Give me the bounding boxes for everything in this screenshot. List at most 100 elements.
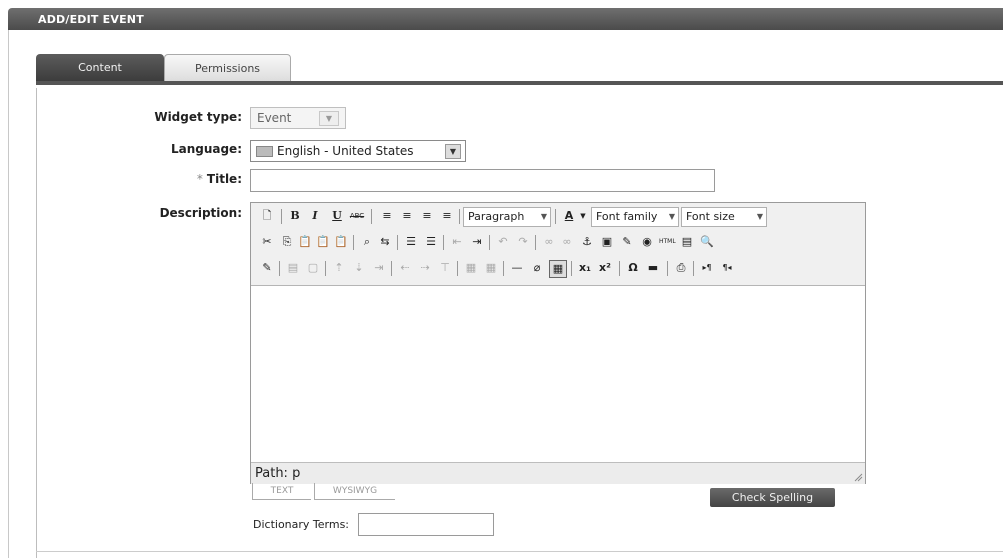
paste-icon[interactable]: 📋 (297, 234, 313, 250)
tab-content[interactable]: Content (36, 54, 164, 82)
font-family-value: Font family (596, 210, 658, 223)
new-document-icon[interactable]: 🗋 (259, 208, 275, 224)
editor-path-bar: Path: p (251, 462, 865, 484)
italic-button[interactable]: I (307, 208, 323, 224)
align-left-icon[interactable]: ≡ (379, 208, 395, 224)
editor-content-area[interactable] (251, 286, 865, 462)
separator (325, 261, 326, 276)
copy-icon[interactable]: ⎘ (279, 234, 295, 250)
rtl-icon[interactable]: ¶◂ (719, 260, 735, 276)
insert-row-after-icon[interactable]: ⇣ (351, 260, 367, 276)
toolbar-row-2: ✂ ⎘ 📋 📋 📋 ⌕ ⇆ ☰ ☰ ⇤ ⇥ ↶ ↷ ∞ ∞ ⚓ ▣ ✎ ◉ HT… (259, 231, 859, 253)
window-title: ADD/EDIT EVENT (38, 13, 144, 26)
toolbar-row-1: 🗋 B I U ABC ≡ ≡ ≡ ≡ Paragraph ▼ A ▼ Font… (259, 205, 859, 227)
indent-icon[interactable]: ⇥ (469, 234, 485, 250)
horizontal-rule-button[interactable]: — (509, 260, 525, 276)
separator (457, 261, 458, 276)
font-size-select[interactable]: Font size ▼ (681, 207, 767, 227)
chevron-down-icon: ▼ (540, 212, 547, 221)
wysiwyg-mode-tab[interactable]: WYSIWYG (314, 483, 395, 500)
language-value: English - United States (277, 144, 414, 158)
widget-type-select[interactable]: Event ▼ (250, 107, 346, 129)
title-label: * Title: (32, 172, 242, 186)
chevron-down-icon: ▼ (445, 144, 461, 159)
numbered-list-icon[interactable]: ☰ (423, 234, 439, 250)
underline-button[interactable]: U (329, 208, 345, 224)
path-label: Path: p (255, 466, 300, 481)
widget-type-value: Event (257, 111, 292, 125)
replace-icon[interactable]: ⇆ (377, 234, 393, 250)
anchor-icon[interactable]: ⚓ (579, 234, 595, 250)
insert-col-after-icon[interactable]: ⇢ (417, 260, 433, 276)
bullet-list-icon[interactable]: ☰ (403, 234, 419, 250)
window-title-bar: ADD/EDIT EVENT (8, 8, 1003, 30)
font-size-value: Font size (686, 210, 735, 223)
separator (555, 209, 556, 224)
redo-icon[interactable]: ↷ (515, 234, 531, 250)
bold-button[interactable]: B (287, 208, 303, 224)
chevron-down-icon: ▼ (668, 212, 675, 221)
special-char-button[interactable]: Ω (625, 260, 641, 276)
align-center-icon[interactable]: ≡ (399, 208, 415, 224)
cleanup-icon[interactable]: ✎ (619, 234, 635, 250)
visual-aid-icon[interactable]: ▬ (645, 260, 661, 276)
bottom-divider (36, 551, 1003, 552)
html-source-button[interactable]: HTML (659, 234, 676, 250)
dictionary-terms-label: Dictionary Terms: (253, 518, 350, 531)
merge-cells-icon[interactable]: ▦ (483, 260, 499, 276)
print-icon[interactable]: ⎙ (673, 260, 689, 276)
paste-text-icon[interactable]: 📋 (315, 234, 331, 250)
edit-table-icon[interactable]: ✎ (259, 260, 275, 276)
strikethrough-button[interactable]: ABC (349, 208, 365, 224)
description-label: Description: (159, 206, 242, 220)
delete-row-icon[interactable]: ⇥ (371, 260, 387, 276)
format-select-value: Paragraph (468, 210, 525, 223)
unlink-icon[interactable]: ∞ (559, 234, 575, 250)
paste-word-icon[interactable]: 📋 (333, 234, 349, 250)
cell-props-icon[interactable]: ▢ (305, 260, 321, 276)
resize-handle-icon[interactable] (853, 472, 863, 482)
superscript-button[interactable]: x² (597, 260, 613, 276)
rich-text-editor: 🗋 B I U ABC ≡ ≡ ≡ ≡ Paragraph ▼ A ▼ Font… (250, 202, 866, 484)
image-icon[interactable]: ▣ (599, 234, 615, 250)
remove-format-icon[interactable]: ⌀ (529, 260, 545, 276)
row-props-icon[interactable]: ▤ (285, 260, 301, 276)
cut-icon[interactable]: ✂ (259, 234, 275, 250)
separator (281, 209, 282, 224)
separator (489, 235, 490, 250)
path-label-text: Path: (255, 466, 288, 481)
check-spelling-button[interactable]: Check Spelling (710, 488, 835, 507)
separator (353, 235, 354, 250)
split-cells-icon[interactable]: ▦ (463, 260, 479, 276)
insert-row-before-icon[interactable]: ⇡ (331, 260, 347, 276)
dictionary-terms-input[interactable] (358, 513, 494, 536)
insert-col-before-icon[interactable]: ⇠ (397, 260, 413, 276)
find-icon[interactable]: ⌕ (359, 234, 375, 250)
ltr-icon[interactable]: ▸¶ (699, 260, 715, 276)
outdent-icon[interactable]: ⇤ (449, 234, 465, 250)
delete-col-icon[interactable]: ⊤ (437, 260, 453, 276)
help-icon[interactable]: ◉ (639, 234, 655, 250)
tab-permissions[interactable]: Permissions (164, 54, 291, 82)
align-justify-icon[interactable]: ≡ (439, 208, 455, 224)
align-right-icon[interactable]: ≡ (419, 208, 435, 224)
link-icon[interactable]: ∞ (541, 234, 557, 250)
language-select[interactable]: English - United States ▼ (250, 140, 466, 162)
editor-toolbar: 🗋 B I U ABC ≡ ≡ ≡ ≡ Paragraph ▼ A ▼ Font… (251, 203, 865, 286)
title-input[interactable] (250, 169, 715, 192)
language-label: Language: (170, 142, 242, 156)
chevron-down-icon: ▼ (319, 111, 339, 126)
text-mode-tab[interactable]: TEXT (252, 483, 311, 500)
format-select[interactable]: Paragraph ▼ (463, 207, 551, 227)
widget-type-label: Widget type: (154, 110, 242, 124)
undo-icon[interactable]: ↶ (495, 234, 511, 250)
preview-icon[interactable]: 🔍 (699, 234, 715, 250)
font-family-select[interactable]: Font family ▼ (591, 207, 679, 227)
separator (443, 235, 444, 250)
table-icon[interactable]: ▦ (549, 260, 567, 278)
subscript-button[interactable]: x₁ (577, 260, 593, 276)
separator (503, 261, 504, 276)
media-icon[interactable]: ▤ (679, 234, 695, 250)
chevron-down-icon[interactable]: ▼ (575, 208, 591, 224)
path-value[interactable]: p (292, 466, 300, 481)
